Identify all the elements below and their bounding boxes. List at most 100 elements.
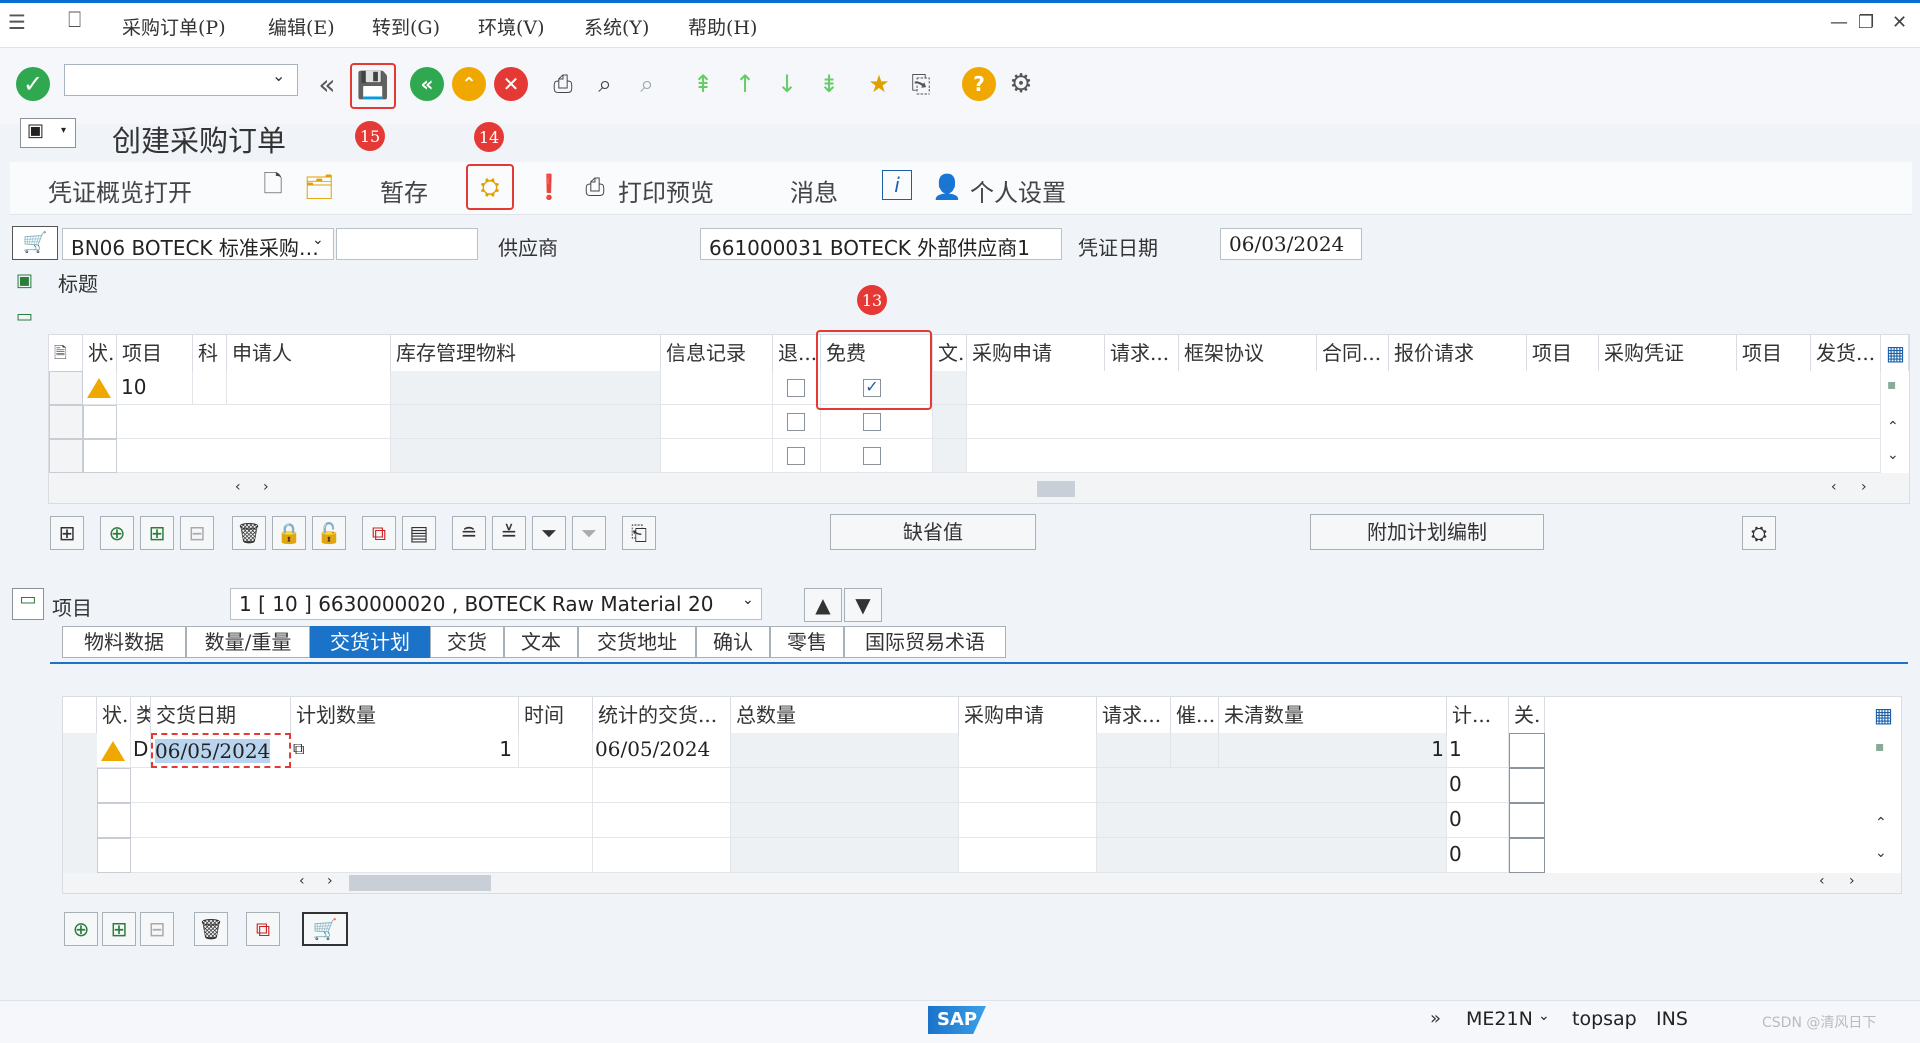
column-header[interactable]: 请求...	[1097, 697, 1171, 733]
material-cell[interactable]	[391, 439, 661, 473]
horizontal-scrollbar[interactable]	[63, 873, 1901, 893]
scroll-up-icon[interactable]: ⌃	[1875, 815, 1887, 831]
expand-header-icon[interactable]: ▣	[16, 270, 33, 291]
closed-cell[interactable]	[1509, 803, 1545, 838]
table-row[interactable]	[117, 405, 391, 439]
scroll-down-icon[interactable]: ⌄	[1887, 447, 1899, 463]
unlock-icon[interactable]: 🔓	[312, 516, 346, 550]
column-header[interactable]: 未清数量	[1219, 697, 1447, 733]
back-icon[interactable]: «	[410, 67, 444, 101]
sort-descending-icon[interactable]: ≚	[492, 516, 526, 550]
table-settings-icon[interactable]: 🗎	[49, 335, 83, 371]
command-field[interactable]	[64, 64, 298, 96]
first-page-icon[interactable]: ⇞	[686, 67, 720, 101]
hold-button[interactable]: 暂存	[380, 173, 428, 208]
horizontal-scrollbar[interactable]	[49, 473, 1909, 503]
row-rest-cell[interactable]	[967, 405, 1881, 439]
lock-icon[interactable]: 🔒	[272, 516, 306, 550]
closed-cell[interactable]	[1509, 733, 1545, 768]
document-type-select[interactable]: BN06 BOTECK 标准采购…	[62, 228, 334, 260]
delivery-date-cell[interactable]: 06/05/2024	[151, 733, 291, 768]
chevron-down-icon[interactable]: ⌄	[312, 232, 324, 248]
menu-system[interactable]: 系统(Y)	[584, 13, 649, 40]
column-header[interactable]: 计...	[1447, 697, 1509, 733]
row-selector[interactable]	[63, 803, 97, 838]
plan-cell[interactable]: 0	[1447, 838, 1509, 873]
copy-icon[interactable]: ⧉	[362, 516, 396, 550]
scroll-up-icon[interactable]: ⌃	[1887, 419, 1899, 435]
minimize-button[interactable]: —	[1830, 12, 1848, 33]
default-values-button[interactable]: 缺省值	[830, 514, 1036, 550]
personal-settings-button[interactable]: 个人设置	[970, 173, 1066, 208]
enter-check-icon[interactable]: ✓	[16, 67, 50, 101]
print-preview-icon[interactable]: ⎙	[578, 170, 612, 204]
scroll-right-icon[interactable]: ›	[327, 873, 333, 889]
menu-edit[interactable]: 编辑(E)	[268, 13, 335, 40]
closed-cell[interactable]	[1509, 838, 1545, 873]
column-header[interactable]: 退...	[773, 335, 821, 371]
plan-cell[interactable]: 0	[1447, 803, 1509, 838]
table-row[interactable]	[131, 838, 593, 873]
row-selector[interactable]	[63, 768, 97, 803]
column-chooser-icon[interactable]: ▦	[1881, 335, 1909, 371]
menu-icon[interactable]: ☰	[8, 10, 26, 34]
document-number-field[interactable]	[336, 228, 478, 260]
restore-button[interactable]: ❐	[1858, 12, 1874, 33]
column-header[interactable]: 报价请求	[1389, 335, 1527, 371]
document-date-field[interactable]: 06/03/2024	[1220, 228, 1362, 260]
column-header[interactable]: 状.	[83, 335, 117, 371]
purchase-req-cell[interactable]	[959, 768, 1097, 803]
cart-icon[interactable]: 🛒	[302, 912, 348, 946]
row-selector[interactable]	[49, 371, 83, 405]
info-record-cell[interactable]	[661, 405, 773, 439]
cart-icon[interactable]: 🛒	[12, 226, 58, 260]
table-row[interactable]	[117, 439, 391, 473]
scroll-left-icon[interactable]: ‹	[299, 873, 305, 889]
tab-delivery-schedule[interactable]: 交货计划	[310, 626, 430, 658]
tab-delivery[interactable]: 交货	[430, 626, 504, 658]
account-cell[interactable]	[193, 371, 227, 405]
column-header[interactable]: 框架协议	[1179, 335, 1317, 371]
scroll-right-icon[interactable]: ›	[1861, 479, 1867, 495]
column-header[interactable]: 交货日期	[151, 697, 291, 733]
tab-texts[interactable]: 文本	[504, 626, 578, 658]
copy-icon[interactable]: ⧉	[246, 912, 280, 946]
column-header[interactable]: 请求...	[1105, 335, 1179, 371]
collapse-items-icon[interactable]: ▭	[16, 306, 33, 327]
menu-environment[interactable]: 环境(V)	[478, 13, 545, 40]
purchase-req-cell[interactable]	[959, 803, 1097, 838]
column-header[interactable]: 类	[131, 697, 151, 733]
row-selector[interactable]	[63, 838, 97, 873]
stat-delivery-date-cell[interactable]	[593, 768, 731, 803]
column-chooser-icon[interactable]: ▦	[1869, 697, 1901, 733]
create-session-icon[interactable]: ★	[862, 67, 896, 101]
column-header[interactable]: 计划数量	[291, 697, 519, 733]
find-icon[interactable]: ⌕	[588, 67, 622, 101]
column-header[interactable]: 发货...	[1811, 335, 1881, 371]
menu-goto[interactable]: 转到(G)	[372, 13, 440, 40]
tab-confirmations[interactable]: 确认	[696, 626, 770, 658]
column-header[interactable]: 采购凭证	[1599, 335, 1737, 371]
row-rest-cell[interactable]	[967, 439, 1881, 473]
material-cell[interactable]	[391, 405, 661, 439]
column-header[interactable]: 总数量	[731, 697, 959, 733]
insert-mode[interactable]: INS	[1656, 1008, 1688, 1030]
messages-button[interactable]: 消息	[790, 173, 838, 208]
copy-schedule-line-icon[interactable]: ⊟	[140, 912, 174, 946]
previous-item-button[interactable]: ▲	[804, 588, 842, 622]
column-header[interactable]: 时间	[519, 697, 593, 733]
column-header[interactable]: 关.	[1509, 697, 1545, 733]
tab-incoterms[interactable]: 国际贸易术语	[844, 626, 1006, 658]
scroll-left-icon[interactable]: ‹	[235, 479, 241, 495]
category-cell[interactable]: D	[131, 733, 151, 768]
free-checkbox[interactable]	[863, 413, 881, 431]
close-window-button[interactable]: ✕	[1892, 12, 1907, 33]
item-selector[interactable]: 1 [ 10 ] 6630000020 , BOTECK Raw Materia…	[230, 588, 762, 620]
stat-delivery-date-cell[interactable]: 06/05/2024	[593, 733, 731, 768]
plan-cell[interactable]: 0	[1447, 768, 1509, 803]
return-checkbox[interactable]	[787, 413, 805, 431]
column-header[interactable]: 文.	[933, 335, 967, 371]
print-icon[interactable]: ⎙	[546, 67, 580, 101]
column-header[interactable]: 采购申请	[967, 335, 1105, 371]
column-header[interactable]: 合同...	[1317, 335, 1389, 371]
